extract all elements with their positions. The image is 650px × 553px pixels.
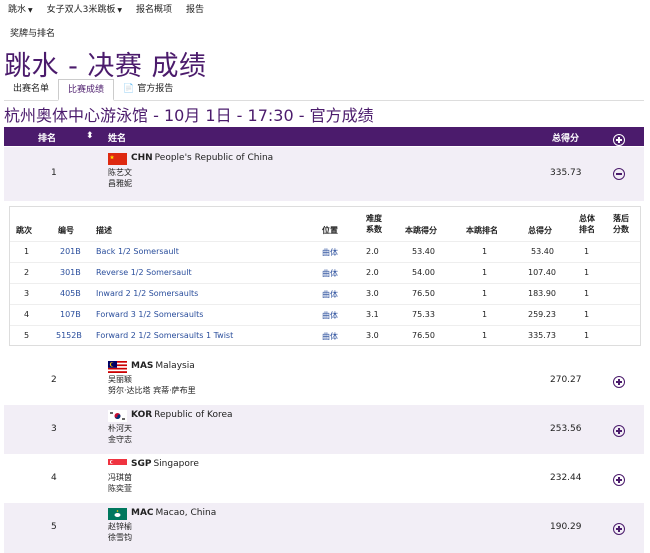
rank: 2 bbox=[51, 375, 57, 385]
athletes: 吴丽颖 努尔·达比塔 宾蒂·萨布里 bbox=[108, 375, 196, 395]
minus-circle-icon bbox=[613, 168, 625, 180]
dive-row: 4 107B Forward 3 1/2 Somersaults 曲体 3.1 75.33… bbox=[10, 304, 640, 325]
flag-kor-icon bbox=[108, 410, 127, 422]
total-score: 335.73 bbox=[550, 168, 582, 178]
athletes: 冯琪茵 陈奕萱 bbox=[108, 473, 132, 493]
detail-header-desc: 描述 bbox=[96, 226, 112, 235]
detail-header-penalty: 落后分数 bbox=[613, 214, 629, 234]
plus-circle-icon bbox=[613, 376, 625, 388]
rank: 3 bbox=[51, 424, 57, 434]
nav-entries[interactable]: 报名概项 bbox=[136, 2, 172, 15]
plus-circle-icon bbox=[613, 523, 625, 535]
nav-event[interactable]: 女子双人3米跳板 ▼ bbox=[47, 2, 122, 15]
detail-header-total: 总得分 bbox=[528, 226, 552, 235]
total-score: 270.27 bbox=[550, 375, 582, 385]
result-row: 5 MAC Macao, China 赵锌榆 徐雪钧 190.29 bbox=[4, 503, 644, 553]
detail-header-round: 跳次 bbox=[16, 226, 32, 235]
dive-row: 5 5152B Forward 2 1/2 Somersaults 1 Twist 曲… bbox=[10, 325, 640, 346]
header-total: 总得分 bbox=[552, 134, 580, 144]
chevron-down-icon: ▼ bbox=[117, 6, 122, 14]
country: MAC Macao, China bbox=[131, 508, 217, 518]
tab-official-report[interactable]: 📄 官方报告 bbox=[114, 79, 182, 100]
total-score: 190.29 bbox=[550, 522, 582, 532]
expand-button[interactable] bbox=[613, 422, 625, 441]
collapse-button[interactable] bbox=[613, 165, 625, 184]
detail-header-dd: 难度系数 bbox=[366, 214, 382, 234]
total-score: 253.56 bbox=[550, 424, 582, 434]
plus-circle-icon bbox=[613, 474, 625, 486]
result-row: 4 SGP Singapore 冯琪茵 陈奕萱 232.44 bbox=[4, 454, 644, 503]
plus-circle-icon bbox=[613, 425, 625, 437]
document-icon: 📄 bbox=[123, 84, 135, 94]
result-row: 1 CHN People's Republic of China 陈艺文 昌雅妮 3… bbox=[4, 147, 644, 201]
nav-sport[interactable]: 跳水 ▼ bbox=[8, 2, 33, 15]
flag-mac-icon bbox=[108, 508, 127, 520]
dive-row: 3 405B Inward 2 1/2 Somersaults 曲体 3.0 76.50 1… bbox=[10, 283, 640, 304]
rank: 4 bbox=[51, 473, 57, 483]
result-row: 2 MAS Malaysia 吴丽颖 努尔·达比塔 宾蒂·萨布里 270.27 bbox=[4, 356, 644, 405]
detail-header-overall: 总体排名 bbox=[579, 214, 595, 234]
country: MAS Malaysia bbox=[131, 361, 195, 371]
dive-row: 1 201B Back 1/2 Somersault 曲体 2.0 53.40 1 53.40… bbox=[10, 241, 640, 262]
expand-button[interactable] bbox=[613, 471, 625, 490]
rank: 5 bbox=[51, 522, 57, 532]
total-score: 232.44 bbox=[550, 473, 582, 483]
country: CHN People's Republic of China bbox=[131, 153, 274, 163]
plus-circle-icon bbox=[613, 134, 625, 146]
page-title: 跳水 - 决赛 成绩 bbox=[4, 51, 207, 82]
country: KOR Republic of Korea bbox=[131, 410, 233, 420]
dive-row: 2 301B Reverse 1/2 Somersault 曲体 2.0 54.00 1 10… bbox=[10, 262, 640, 283]
nav-reports[interactable]: 报告 bbox=[186, 2, 204, 15]
chevron-down-icon: ▼ bbox=[28, 6, 33, 14]
athletes: 陈艺文 昌雅妮 bbox=[108, 168, 132, 188]
venue-heading: 杭州奥体中心游泳馆 - 10月 1日 - 17:30 - 官方成绩 bbox=[4, 106, 374, 125]
expand-button[interactable] bbox=[613, 373, 625, 392]
flag-sgp-icon bbox=[108, 459, 127, 471]
country: SGP Singapore bbox=[131, 459, 199, 469]
tab-bar: 出赛名单 比赛成绩 📄 官方报告 bbox=[4, 79, 644, 101]
top-nav: 跳水 ▼ 女子双人3米跳板 ▼ 报名概项 报告 bbox=[8, 0, 204, 16]
detail-header-code: 编号 bbox=[58, 226, 74, 235]
detail-header-dive-rank: 本跳排名 bbox=[466, 226, 498, 235]
dive-detail-table: 跳次 编号 描述 位置 难度系数 本跳得分 本跳排名 总得分 总体排名 落后分数… bbox=[9, 206, 641, 346]
tab-start-list[interactable]: 出赛名单 bbox=[4, 79, 58, 100]
athletes: 朴河天 金守志 bbox=[108, 424, 132, 444]
sort-icon[interactable]: ⬍ bbox=[86, 131, 94, 141]
header-name: 姓名 bbox=[108, 134, 127, 144]
header-rank[interactable]: 排名 bbox=[38, 131, 56, 144]
expand-button[interactable] bbox=[613, 520, 625, 539]
rank: 1 bbox=[51, 168, 57, 178]
nav-medals[interactable]: 奖牌与排名 bbox=[10, 26, 55, 39]
flag-mas-icon bbox=[108, 361, 127, 373]
detail-header-position: 位置 bbox=[322, 226, 338, 235]
detail-header-score: 本跳得分 bbox=[405, 226, 437, 235]
athletes: 赵锌榆 徐雪钧 bbox=[108, 522, 132, 542]
tab-results[interactable]: 比赛成绩 bbox=[58, 79, 115, 101]
flag-chn-icon bbox=[108, 153, 127, 165]
results-header: 排名 ⬍ 姓名 总得分 bbox=[4, 127, 644, 146]
result-row: 3 KOR Republic of Korea 朴河天 金守志 253.56 bbox=[4, 405, 644, 454]
